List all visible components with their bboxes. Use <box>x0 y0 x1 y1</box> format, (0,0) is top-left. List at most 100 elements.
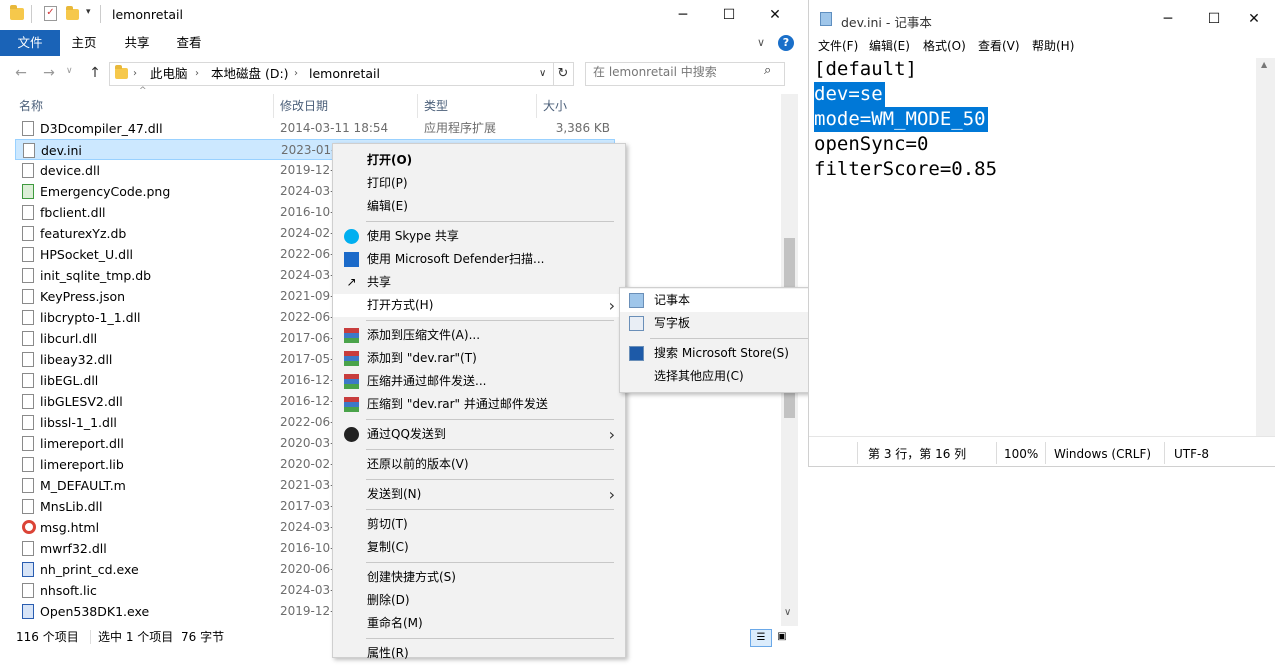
address-dropdown-icon[interactable]: ∨ <box>539 63 546 85</box>
context-menu-item[interactable]: 复制(C) <box>333 536 625 559</box>
minimize-icon[interactable]: ─ <box>660 0 706 30</box>
notepad-menu-help[interactable]: 帮助(H) <box>1032 38 1074 54</box>
forward-icon[interactable]: → <box>39 63 59 83</box>
minimize-icon[interactable]: ─ <box>1145 4 1191 34</box>
breadcrumb-this-pc[interactable]: 此电脑 <box>150 63 188 85</box>
file-icon <box>22 583 34 598</box>
expand-ribbon-icon[interactable]: ∨ <box>757 36 765 49</box>
context-menu-item[interactable]: 添加到压缩文件(A)... <box>333 324 625 347</box>
context-menu-item-label: 通过QQ发送到 <box>367 427 446 441</box>
context-menu-item-label: 使用 Skype 共享 <box>367 229 459 243</box>
submenu-arrow-icon: › <box>608 296 615 315</box>
maximize-icon[interactable]: ☐ <box>706 0 752 30</box>
context-menu-item[interactable]: 压缩并通过邮件发送... <box>333 370 625 393</box>
help-icon[interactable]: ? <box>778 35 794 51</box>
editor-line[interactable]: filterScore=0.85 <box>814 157 997 182</box>
search-input[interactable]: 在 lemonretail 中搜索 <box>593 63 717 80</box>
file-name: featurexYz.db <box>40 226 127 241</box>
file-name: libeay32.dll <box>40 352 113 367</box>
file-date: 2014-03-11 18:54 <box>280 121 389 135</box>
tab-home[interactable]: 主页 <box>63 30 105 56</box>
search-icon[interactable]: ⌕ <box>764 63 771 78</box>
editor-line-selected[interactable]: mode=WM_MODE_50 <box>814 107 988 132</box>
context-menu-item[interactable]: 打开方式(H) › <box>333 294 625 317</box>
refresh-icon[interactable]: ↻ <box>553 62 574 86</box>
context-menu-item[interactable]: 打印(P) <box>333 172 625 195</box>
winrar-icon <box>344 397 359 412</box>
wordpad-icon <box>629 316 644 331</box>
up-icon[interactable]: ↑ <box>85 63 105 83</box>
notepad-vertical-scrollbar[interactable]: ▲ <box>1256 58 1275 436</box>
context-menu-item[interactable]: 添加到 "dev.rar"(T) <box>333 347 625 370</box>
properties-icon[interactable]: ✓ <box>44 6 57 21</box>
scroll-up-icon[interactable]: ▲ <box>1261 60 1267 69</box>
file-icon <box>22 478 34 493</box>
close-icon[interactable]: ✕ <box>752 0 798 30</box>
context-menu-item[interactable]: 属性(R) <box>333 642 625 665</box>
notepad-menu-format[interactable]: 格式(O) <box>923 38 966 54</box>
notepad-menu-edit[interactable]: 编辑(E) <box>869 38 910 54</box>
column-header-size[interactable]: 大小 <box>543 97 567 115</box>
file-date: 2024-02- <box>280 226 335 240</box>
context-menu-item[interactable]: 重命名(M) <box>333 612 625 635</box>
context-menu-item-label: 压缩到 "dev.rar" 并通过邮件发送 <box>367 397 548 411</box>
file-date: 2022-06- <box>280 415 335 429</box>
column-header-date[interactable]: 修改日期 <box>280 97 328 115</box>
context-menu-item[interactable]: 编辑(E) <box>333 195 625 218</box>
tab-share[interactable]: 共享 <box>116 30 158 56</box>
divider <box>100 5 101 23</box>
context-menu-item[interactable]: 通过QQ发送到 › <box>333 423 625 446</box>
breadcrumb-lemonretail[interactable]: lemonretail <box>309 63 380 85</box>
context-menu-item[interactable]: 使用 Microsoft Defender扫描... <box>333 248 625 271</box>
column-divider[interactable] <box>417 94 418 118</box>
editor-line[interactable]: [default] <box>814 57 917 82</box>
table-row[interactable]: D3Dcompiler_47.dll 2014-03-11 18:54 应用程序扩展… <box>15 118 615 139</box>
editor-line[interactable]: openSync=0 <box>814 132 928 157</box>
menu-separator <box>366 638 614 639</box>
breadcrumb-drive-d[interactable]: 本地磁盘 (D:) <box>211 63 289 85</box>
winrar-icon <box>344 328 359 343</box>
context-menu-item-label: 打开方式(H) <box>367 298 434 312</box>
editor-line-selected[interactable]: dev=se <box>814 82 885 107</box>
context-menu-item[interactable]: 压缩到 "dev.rar" 并通过邮件发送 <box>333 393 625 416</box>
tab-file[interactable]: 文件 <box>0 30 60 56</box>
address-bar[interactable]: › 此电脑 › 本地磁盘 (D:) › lemonretail ∨ <box>109 62 554 86</box>
context-menu-item-label: 创建快捷方式(S) <box>367 570 456 584</box>
scroll-down-icon[interactable]: ∨ <box>784 607 791 618</box>
menu-separator <box>366 479 614 480</box>
context-menu-item[interactable]: 使用 Skype 共享 <box>333 225 625 248</box>
chrome-icon <box>22 520 36 534</box>
tab-view[interactable]: 查看 <box>168 30 210 56</box>
context-menu-item[interactable]: 打开(O) <box>333 149 625 172</box>
item-count: 116 个项目 <box>16 630 79 644</box>
column-header-name[interactable]: 名称 <box>19 97 43 115</box>
sort-ascending-icon: ^ <box>139 86 147 96</box>
back-icon[interactable]: ← <box>11 63 31 83</box>
file-date: 2017-03- <box>280 499 335 513</box>
context-menu-item[interactable]: 删除(D) <box>333 589 625 612</box>
details-view-icon[interactable]: ☰ <box>750 629 772 647</box>
context-menu-item[interactable]: 剪切(T) <box>333 513 625 536</box>
new-folder-icon[interactable] <box>66 6 79 20</box>
search-box[interactable]: 在 lemonretail 中搜索 ⌕ <box>585 62 785 86</box>
context-menu-item[interactable]: 创建快捷方式(S) <box>333 566 625 589</box>
file-name: libcrypto-1_1.dll <box>40 310 141 325</box>
context-menu-item-label: 添加到 "dev.rar"(T) <box>367 351 477 365</box>
context-menu-item-label: 剪切(T) <box>367 517 408 531</box>
column-divider[interactable] <box>273 94 274 118</box>
context-menu-item[interactable]: ↗ 共享 <box>333 271 625 294</box>
customize-quick-access-icon[interactable]: ▾ <box>86 7 91 17</box>
close-icon[interactable]: ✕ <box>1231 4 1275 34</box>
notepad-menu-file[interactable]: 文件(F) <box>818 38 858 54</box>
context-menu-item-label: 发送到(N) <box>367 487 422 501</box>
column-divider[interactable] <box>536 94 537 118</box>
context-menu-item[interactable]: 还原以前的版本(V) <box>333 453 625 476</box>
large-icons-view-icon[interactable]: ▣ <box>774 629 790 645</box>
context-menu-item-label: 压缩并通过邮件发送... <box>367 374 487 388</box>
notepad-menu-view[interactable]: 查看(V) <box>978 38 1020 54</box>
recent-locations-icon[interactable]: ∨ <box>66 66 73 76</box>
file-date: 2017-05- <box>280 352 335 366</box>
context-menu-item[interactable]: 发送到(N) › <box>333 483 625 506</box>
column-header-type[interactable]: 类型 <box>424 97 448 115</box>
dll-icon <box>22 163 34 178</box>
